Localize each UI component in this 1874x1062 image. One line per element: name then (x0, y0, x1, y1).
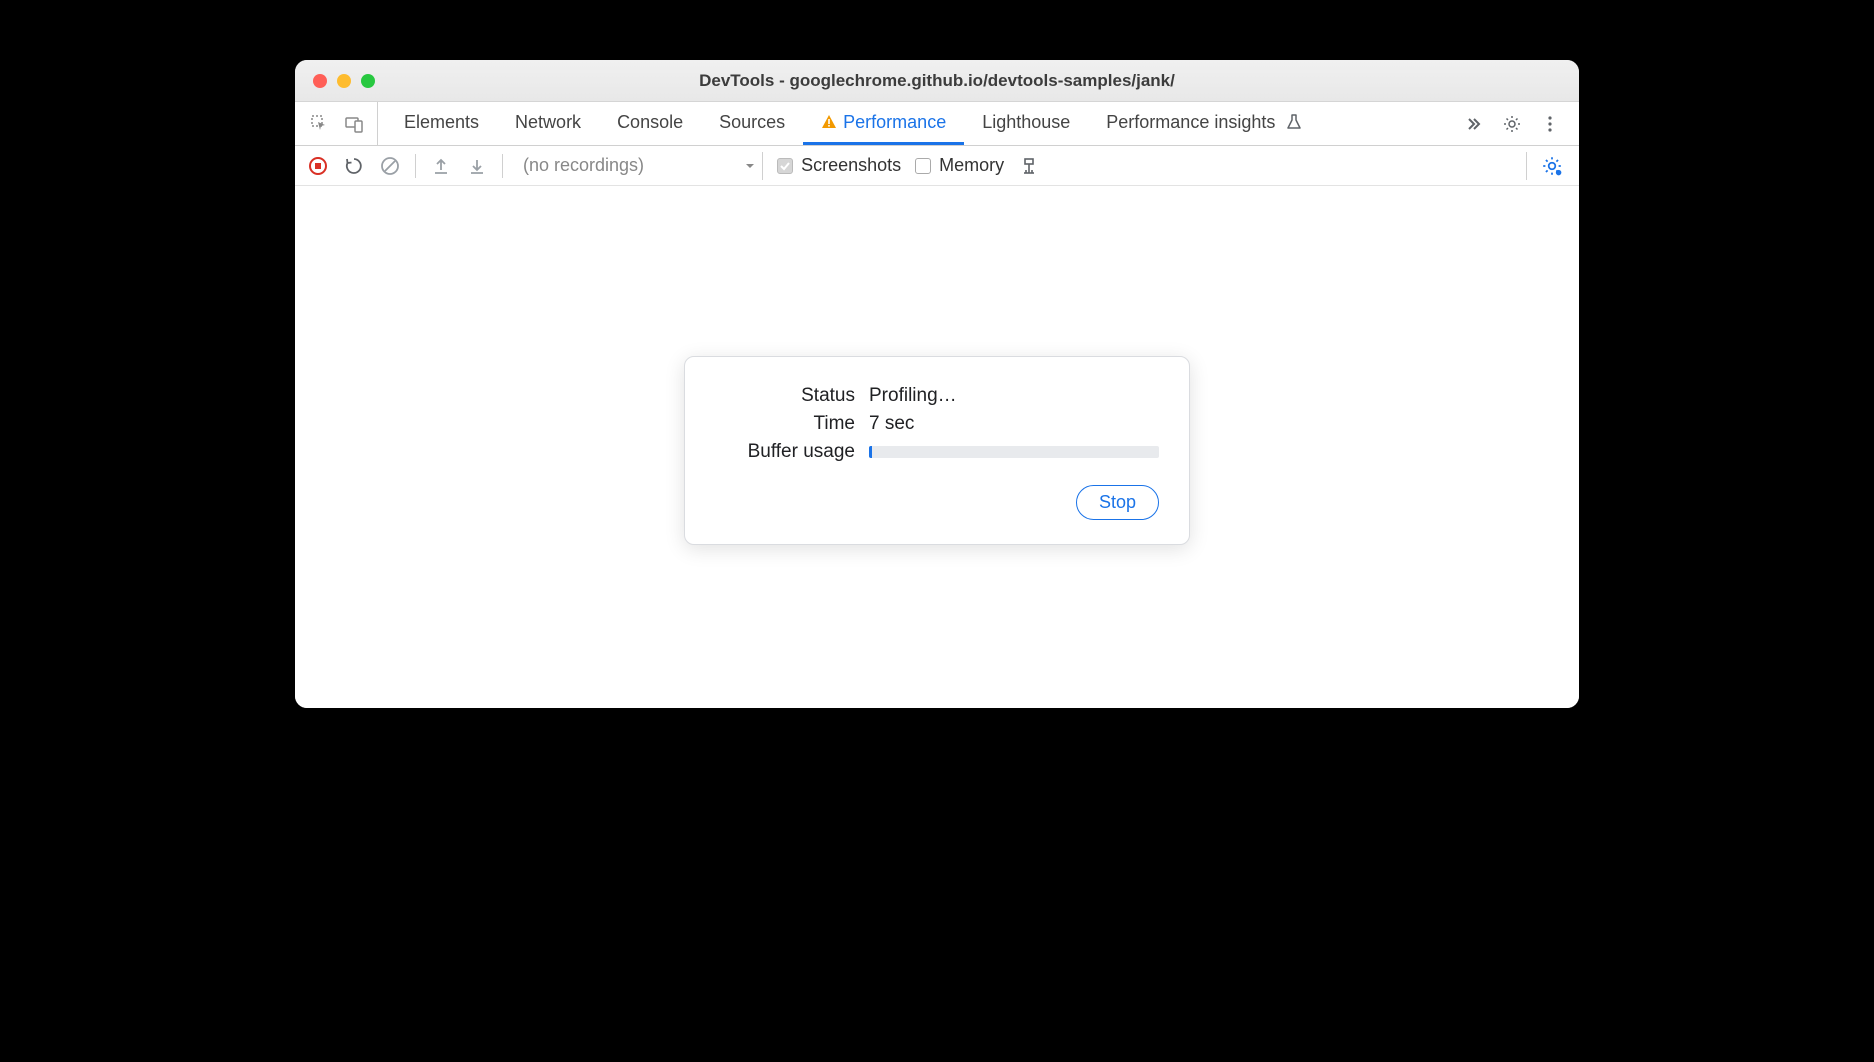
devtools-tabs-bar: Elements Network Console Sources Perform… (295, 102, 1579, 146)
profiling-dialog: Status Profiling… Time 7 sec Buffer usag… (684, 356, 1190, 545)
more-tabs-icon[interactable] (1463, 113, 1485, 135)
tab-label: Console (617, 112, 683, 133)
tab-label: Sources (719, 112, 785, 133)
memory-checkbox-group[interactable]: Memory (915, 155, 1004, 176)
tab-performance-insights[interactable]: Performance insights (1088, 102, 1321, 145)
tab-sources[interactable]: Sources (701, 102, 803, 145)
tab-network[interactable]: Network (497, 102, 599, 145)
buffer-usage-progress (869, 446, 1159, 458)
checkbox-icon (915, 158, 931, 174)
time-value: 7 sec (869, 413, 914, 435)
stop-button[interactable]: Stop (1076, 485, 1159, 520)
inspect-element-icon[interactable] (309, 113, 331, 135)
minimize-window-button[interactable] (337, 74, 351, 88)
tab-label: Network (515, 112, 581, 133)
checkbox-icon (777, 158, 793, 174)
window-controls (295, 74, 375, 88)
chevron-down-icon (744, 160, 756, 172)
capture-settings-icon[interactable] (1541, 155, 1563, 177)
toolbar-divider (502, 154, 503, 178)
devtools-window: DevTools - googlechrome.github.io/devtoo… (295, 60, 1579, 708)
reload-icon[interactable] (343, 155, 365, 177)
flask-icon (1285, 113, 1303, 131)
window-title: DevTools - googlechrome.github.io/devtoo… (295, 71, 1579, 91)
download-icon[interactable] (466, 155, 488, 177)
tab-label: Lighthouse (982, 112, 1070, 133)
titlebar: DevTools - googlechrome.github.io/devtoo… (295, 60, 1579, 102)
maximize-window-button[interactable] (361, 74, 375, 88)
upload-icon[interactable] (430, 155, 452, 177)
memory-label: Memory (939, 155, 1004, 176)
record-stop-button[interactable] (307, 155, 329, 177)
kebab-menu-icon[interactable] (1539, 113, 1561, 135)
performance-toolbar: (no recordings) Screenshots Memory (295, 146, 1579, 186)
time-label: Time (715, 413, 855, 435)
recordings-placeholder: (no recordings) (523, 155, 644, 176)
tab-label: Performance (843, 112, 946, 133)
settings-icon[interactable] (1501, 113, 1523, 135)
device-toolbar-icon[interactable] (343, 113, 365, 135)
screenshots-checkbox-group[interactable]: Screenshots (777, 155, 901, 176)
garbage-collect-icon[interactable] (1018, 155, 1040, 177)
tab-label: Performance insights (1106, 112, 1275, 133)
status-value: Profiling… (869, 385, 957, 407)
screenshots-label: Screenshots (801, 155, 901, 176)
clear-icon[interactable] (379, 155, 401, 177)
recordings-dropdown[interactable]: (no recordings) (517, 152, 763, 180)
warning-icon (821, 114, 837, 130)
status-label: Status (715, 385, 855, 407)
toolbar-divider (415, 154, 416, 178)
tab-lighthouse[interactable]: Lighthouse (964, 102, 1088, 145)
tab-performance[interactable]: Performance (803, 102, 964, 145)
tab-label: Elements (404, 112, 479, 133)
tab-elements[interactable]: Elements (386, 102, 497, 145)
buffer-usage-label: Buffer usage (715, 441, 855, 463)
tab-console[interactable]: Console (599, 102, 701, 145)
performance-content: Status Profiling… Time 7 sec Buffer usag… (295, 186, 1579, 708)
buffer-usage-fill (869, 446, 872, 458)
close-window-button[interactable] (313, 74, 327, 88)
